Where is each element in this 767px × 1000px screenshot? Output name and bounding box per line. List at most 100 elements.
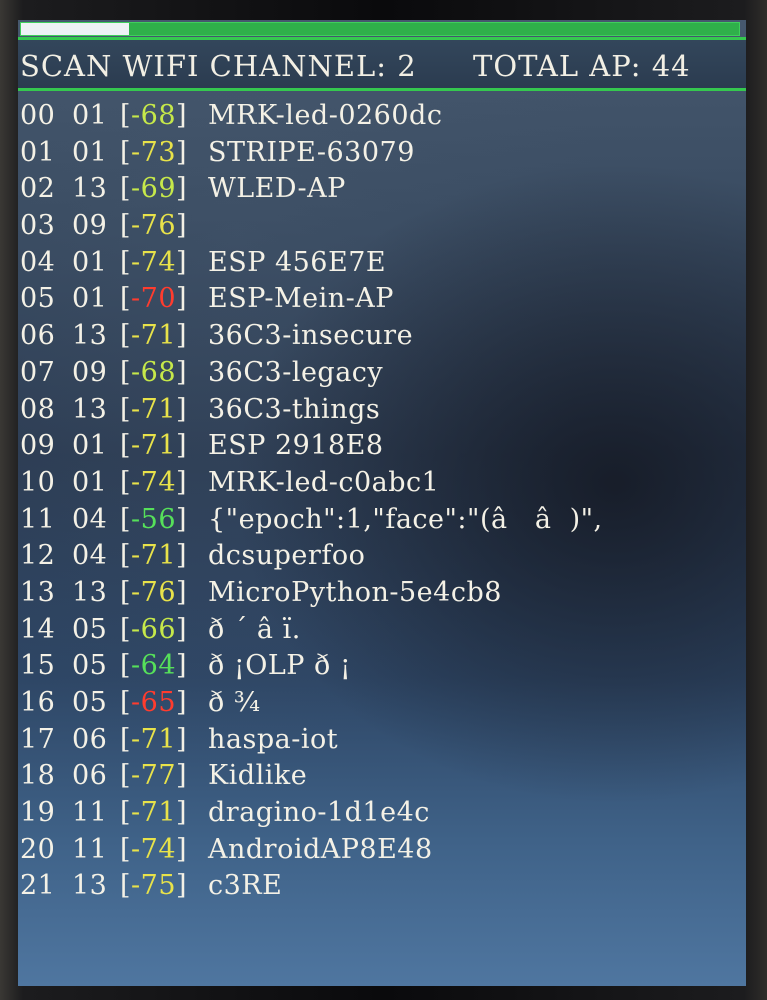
ap-channel: 11	[72, 833, 108, 865]
rssi-close-bracket: ]	[176, 870, 188, 902]
list-item[interactable]: 07 09 [-68] 36C3-legacy	[20, 355, 744, 392]
rssi-close-bracket: ]	[176, 136, 188, 168]
list-item[interactable]: 06 13 [-71] 36C3-insecure	[20, 318, 744, 355]
rssi-open-bracket: [	[120, 430, 132, 462]
list-item[interactable]: 13 13 [-76] MicroPython-5e4cb8	[20, 575, 744, 612]
lcd-screen: SCAN WIFI CHANNEL: 2 TOTAL AP: 44 00 01 [-…	[18, 20, 746, 986]
ap-rssi: [-66]	[120, 612, 208, 649]
list-item[interactable]: 19 11 [-71] dragino-1d1e4c	[20, 795, 744, 832]
ap-index: 13	[20, 576, 56, 608]
ap-ssid: AndroidAP8E48	[208, 833, 433, 865]
rssi-open-bracket: [	[120, 210, 132, 242]
rssi-value: -65	[131, 687, 177, 718]
rssi-open-bracket: [	[120, 833, 132, 865]
ap-rssi: [-76]	[120, 208, 208, 245]
rssi-value: -66	[131, 613, 177, 645]
rssi-value: -73	[131, 136, 177, 168]
scan-progress-bar	[20, 22, 740, 36]
rssi-open-bracket: [	[120, 173, 132, 205]
ap-ssid: ð ´ â ï.	[208, 613, 301, 645]
ap-rssi: [-71]	[120, 318, 208, 355]
rssi-open-bracket: [	[120, 283, 132, 315]
rssi-value: -71	[131, 393, 177, 425]
ap-channel: 05	[72, 613, 108, 645]
list-item[interactable]: 21 13 [-75] c3RE	[20, 868, 744, 905]
ap-channel: 13	[72, 173, 108, 205]
ap-channel: 13	[72, 393, 108, 425]
ap-channel: 05	[72, 687, 108, 718]
ap-index: 08	[20, 393, 56, 425]
rssi-value: -71	[131, 540, 177, 572]
rssi-open-bracket: [	[120, 723, 132, 755]
ap-ssid: STRIPE-63079	[208, 136, 415, 168]
rssi-close-bracket: ]	[176, 540, 188, 572]
rssi-close-bracket: ]	[176, 430, 188, 462]
ap-rssi: [-71]	[120, 428, 208, 465]
rssi-close-bracket: ]	[176, 283, 188, 315]
list-item[interactable]: 12 04 [-71] dcsuperfoo	[20, 538, 744, 575]
rssi-close-bracket: ]	[176, 210, 188, 242]
list-item[interactable]: 04 01 [-74] ESP 456E7E	[20, 245, 744, 282]
list-item[interactable]: 01 01 [-73] STRIPE-63079	[20, 135, 744, 172]
rssi-close-bracket: ]	[176, 687, 188, 718]
list-item[interactable]: 09 01 [-71] ESP 2918E8	[20, 428, 744, 465]
list-item[interactable]: 00 01 [-68] MRK-led-0260dc	[20, 98, 744, 135]
ap-channel: 01	[72, 100, 108, 131]
rssi-open-bracket: [	[120, 687, 132, 718]
ap-rssi: [-64]	[120, 648, 208, 685]
rssi-value: -75	[131, 870, 177, 902]
rssi-value: -71	[131, 320, 177, 352]
ap-rssi: [-76]	[120, 575, 208, 612]
rssi-close-bracket: ]	[176, 393, 188, 425]
list-item[interactable]: 17 06 [-71] haspa-iot	[20, 722, 744, 759]
ap-channel: 09	[72, 210, 108, 242]
ap-index: 05	[20, 283, 56, 315]
rssi-open-bracket: [	[120, 246, 132, 278]
list-item[interactable]: 08 13 [-71] 36C3-things	[20, 392, 744, 429]
ap-ssid: dcsuperfoo	[208, 540, 366, 572]
list-item[interactable]: 11 04 [-56] {"epoch":1,"face":"(â â )",	[20, 502, 744, 539]
ap-index: 19	[20, 797, 56, 829]
list-item[interactable]: 02 13 [-69] WLED-AP	[20, 171, 744, 208]
ap-rssi: [-68]	[120, 98, 208, 135]
rssi-close-bracket: ]	[176, 466, 188, 498]
rssi-value: -70	[131, 283, 177, 315]
ap-channel: 11	[72, 797, 108, 829]
ap-channel: 06	[72, 723, 108, 755]
list-item[interactable]: 14 05 [-66] ð ´ â ï.	[20, 612, 744, 649]
rssi-close-bracket: ]	[176, 320, 188, 352]
ap-channel: 09	[72, 356, 108, 388]
ap-channel: 13	[72, 320, 108, 352]
ap-ssid: 36C3-things	[208, 393, 381, 425]
list-item[interactable]: 18 06 [-77] Kidlike	[20, 758, 744, 795]
list-item[interactable]: 20 11 [-74] AndroidAP8E48	[20, 832, 744, 869]
ap-index: 12	[20, 540, 56, 572]
list-item[interactable]: 05 01 [-70] ESP-Mein-AP	[20, 281, 744, 318]
list-item[interactable]: 15 05 [-64] ð ¡OLP ð ¡	[20, 648, 744, 685]
ap-ssid: WLED-AP	[208, 173, 346, 205]
ap-ssid: 36C3-legacy	[208, 356, 384, 388]
rssi-open-bracket: [	[120, 503, 132, 535]
rssi-close-bracket: ]	[176, 650, 188, 682]
rssi-open-bracket: [	[120, 797, 132, 829]
list-item[interactable]: 03 09 [-76]	[20, 208, 744, 245]
ap-index: 16	[20, 687, 56, 718]
ap-channel: 01	[72, 430, 108, 462]
ap-ssid: dragino-1d1e4c	[208, 797, 430, 829]
list-item[interactable]: 10 01 [-74] MRK-led-c0abc1	[20, 465, 744, 502]
ap-index: 03	[20, 210, 56, 242]
ap-rssi: [-73]	[120, 135, 208, 172]
ap-channel: 01	[72, 466, 108, 498]
rssi-open-bracket: [	[120, 393, 132, 425]
ap-ssid: {"epoch":1,"face":"(â â )",	[208, 503, 603, 535]
ap-index: 07	[20, 356, 56, 388]
rssi-open-bracket: [	[120, 320, 132, 352]
ap-ssid: MRK-led-0260dc	[208, 100, 443, 131]
ap-channel: 13	[72, 870, 108, 902]
ap-ssid: ð ¡OLP ð ¡	[208, 650, 352, 682]
rssi-close-bracket: ]	[176, 576, 188, 608]
rssi-open-bracket: [	[120, 466, 132, 498]
list-item[interactable]: 16 05 [-65] ð ¾	[20, 685, 744, 722]
rssi-open-bracket: [	[120, 760, 132, 792]
ap-channel: 01	[72, 246, 108, 278]
